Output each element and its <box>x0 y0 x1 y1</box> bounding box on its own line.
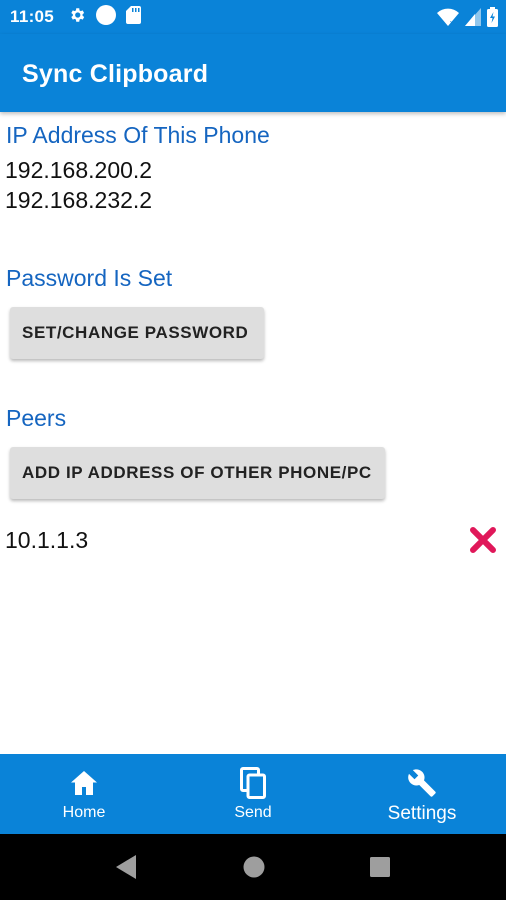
nav-settings-label: Settings <box>387 803 457 824</box>
local-ip-address: 192.168.232.2 <box>5 187 153 213</box>
app-bar: Sync Clipboard <box>0 34 506 112</box>
svg-text:x: x <box>450 20 454 26</box>
peer-list-item: 10.1.1.3 <box>0 522 506 562</box>
sd-card-icon <box>126 5 142 29</box>
system-navigation-bar <box>0 834 506 900</box>
add-peer-ip-button[interactable]: ADD IP ADDRESS OF OTHER PHONE/PC <box>10 447 385 499</box>
gear-icon <box>68 6 86 29</box>
bottom-navigation: Home Send Settings <box>0 754 506 834</box>
remove-peer-button[interactable] <box>468 525 498 555</box>
home-circle-icon[interactable] <box>242 854 266 885</box>
battery-icon <box>487 7 498 32</box>
nav-send-label: Send <box>234 804 272 821</box>
peer-ip-address: 10.1.1.3 <box>5 527 89 553</box>
back-icon[interactable] <box>114 854 138 885</box>
circle-icon <box>95 4 117 31</box>
nav-home[interactable]: Home <box>0 754 168 834</box>
set-change-password-button[interactable]: SET/CHANGE PASSWORD <box>10 307 264 359</box>
signal-icon <box>465 8 481 31</box>
ip-section-title: IP Address Of This Phone <box>6 122 270 148</box>
nav-home-label: Home <box>62 804 106 821</box>
wifi-icon: x <box>437 8 459 31</box>
copy-icon <box>240 767 266 799</box>
app-title: Sync Clipboard <box>22 60 209 88</box>
wrench-icon <box>407 768 437 798</box>
recents-icon[interactable] <box>369 854 391 885</box>
local-ip-address: 192.168.200.2 <box>5 157 153 183</box>
status-bar: 11:05 x <box>0 0 506 34</box>
status-time: 11:05 <box>10 7 55 26</box>
status-icons-right: x <box>437 7 498 32</box>
nav-send[interactable]: Send <box>169 754 337 834</box>
peers-section-title: Peers <box>6 405 67 431</box>
close-icon <box>470 527 496 553</box>
password-status-title: Password Is Set <box>6 265 173 291</box>
home-icon <box>70 768 98 798</box>
nav-settings[interactable]: Settings <box>338 754 506 834</box>
main-content: IP Address Of This Phone 192.168.200.2 1… <box>0 112 506 754</box>
status-icons-left <box>68 4 142 31</box>
